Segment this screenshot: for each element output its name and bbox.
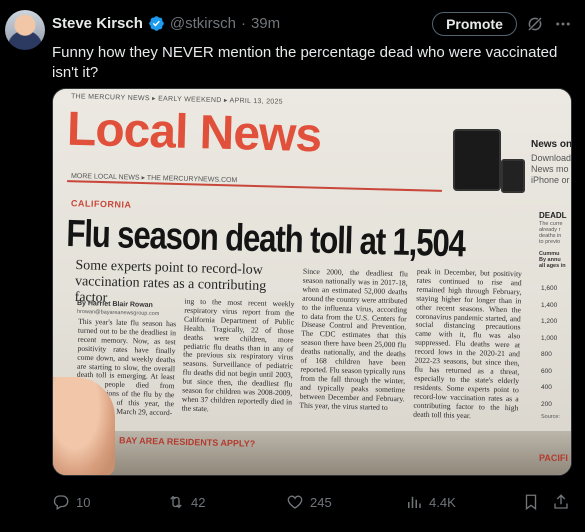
tick-label: 800 (541, 351, 552, 358)
promote-button[interactable]: Promote (432, 12, 517, 36)
tick-label: 1,200 (541, 318, 558, 325)
views-count: 4.4K (429, 494, 456, 510)
section-label: CALIFORNIA (70, 198, 132, 210)
newspaper-photo: THE MERCURY NEWS ▸ EARLY WEEKEND ▸ APRIL… (53, 89, 572, 475)
hand-photo (53, 377, 115, 475)
reply-icon (53, 495, 69, 510)
masthead-rule (67, 180, 442, 192)
byline-email: hrowan@bayareanewsgroup.com (76, 308, 160, 318)
timestamp[interactable]: 39m (251, 15, 280, 32)
author-handle[interactable]: @stkirsch (170, 15, 236, 32)
sidebar-chart-ticks: 1,600 1,400 1,200 1,000 800 600 400 200 (541, 285, 571, 417)
article-byline: By Harriet Blair Rowan (76, 300, 153, 309)
repost-button[interactable]: 42 (167, 493, 205, 511)
reply-button[interactable]: 10 (52, 493, 90, 511)
heart-icon (287, 495, 303, 509)
repost-count: 42 (191, 494, 206, 510)
grok-icon[interactable] (526, 15, 544, 33)
sidebar-title: DEADL (539, 211, 567, 220)
sidebar-text: The curre already r deaths in to previo (539, 221, 563, 245)
article-column-2: ing to the most recent weekly respirator… (181, 297, 295, 414)
tweet-media-image[interactable]: THE MERCURY NEWS ▸ EARLY WEEKEND ▸ APRIL… (52, 88, 572, 476)
bookmark-icon (525, 494, 537, 511)
repost-icon (170, 495, 182, 509)
tick-label: 600 (541, 367, 552, 375)
sidebar-source: Source: (541, 414, 560, 420)
tweet-text: Funny how they NEVER mention the percent… (52, 44, 558, 81)
reply-count: 10 (76, 494, 91, 510)
newspaper-masthead: Local News (66, 102, 322, 163)
pacific-label: PACIFI (539, 453, 568, 463)
phone-image-small (501, 159, 525, 193)
verified-badge-icon (149, 15, 164, 31)
tweet-header: Steve Kirsch @stkirsch · 39m (52, 12, 280, 34)
tick-label: 400 (541, 384, 552, 391)
author-name[interactable]: Steve Kirsch (52, 15, 143, 32)
sidebar-subtitle: Cummu By annu all ages in (539, 251, 566, 269)
like-count: 245 (310, 494, 332, 510)
action-bar: 10 42 245 4.4K (52, 490, 572, 514)
promo-title: News on (531, 139, 572, 150)
more-options-icon[interactable] (553, 15, 573, 33)
article-column-3: Since 2000, the deadliest flu season nat… (299, 267, 409, 412)
bookmark-button[interactable] (522, 493, 540, 511)
promo-text: Download News mo iPhone or (531, 153, 572, 185)
share-button[interactable] (552, 493, 570, 511)
phone-image (453, 129, 501, 191)
tick-label: 1,400 (541, 301, 558, 309)
views-button[interactable]: 4.4K (405, 493, 456, 511)
views-chart-icon (408, 496, 421, 508)
share-icon (554, 494, 568, 509)
tick-label: 1,000 (541, 334, 558, 342)
tick-label: 1,600 (541, 285, 558, 292)
separator-dot: · (240, 14, 246, 32)
article-column-4: peak in December, but positivity rates c… (413, 267, 523, 420)
avatar[interactable] (5, 10, 45, 50)
like-button[interactable]: 245 (286, 493, 332, 511)
